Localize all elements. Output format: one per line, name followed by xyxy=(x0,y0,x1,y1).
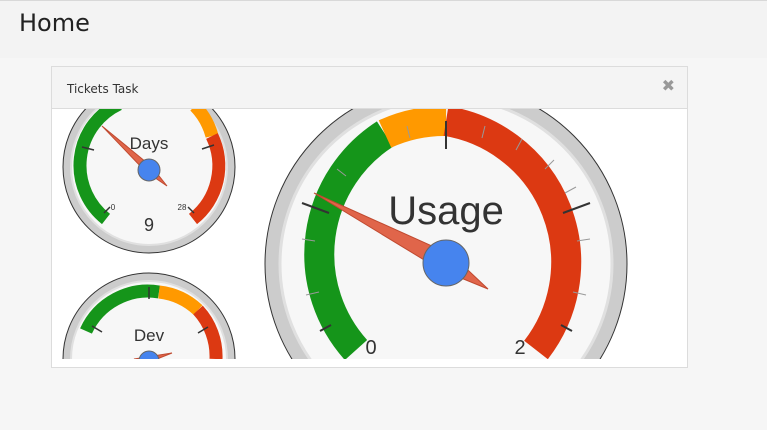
panel-title: Tickets Task xyxy=(67,82,139,96)
page-title: Home xyxy=(19,9,90,37)
days-gauge: Days 0 28 9 xyxy=(62,109,236,254)
dev-gauge: Dev xyxy=(62,272,236,359)
top-bar: Home xyxy=(0,0,767,58)
days-hub xyxy=(137,158,161,182)
days-value: 9 xyxy=(144,215,154,235)
panel-body: Days 0 28 9 Dev Usage 0 2 xyxy=(52,109,687,359)
usage-max-label: 2 xyxy=(514,337,525,359)
usage-gauge: Usage 0 2 xyxy=(264,109,628,359)
usage-min-label: 0 xyxy=(365,337,376,359)
dev-label: Dev xyxy=(134,326,165,345)
tickets-task-panel: Tickets Task ✖ Days 0 28 9 Dev Usage 0 2 xyxy=(51,66,688,368)
close-icon[interactable]: ✖ xyxy=(662,77,675,97)
panel-header: Tickets Task ✖ xyxy=(52,67,687,109)
usage-hub xyxy=(422,239,470,287)
gauges-canvas: Days 0 28 9 Dev Usage 0 2 xyxy=(62,109,628,359)
days-max-label: 28 xyxy=(178,203,187,212)
days-label: Days xyxy=(130,134,169,153)
days-min-label: 0 xyxy=(111,203,116,212)
usage-orange-band xyxy=(378,109,447,148)
usage-label: Usage xyxy=(388,189,504,233)
